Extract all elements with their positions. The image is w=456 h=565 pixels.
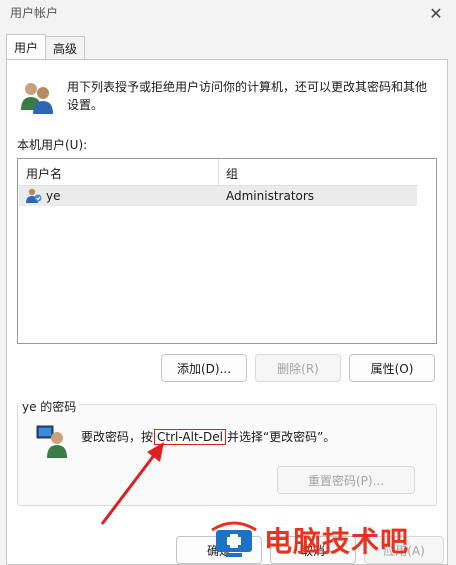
column-username[interactable]: 用户名 <box>26 165 62 182</box>
cancel-button[interactable]: 取消 <box>270 536 356 564</box>
add-button[interactable]: 添加(D)... <box>161 354 247 382</box>
tab-advanced[interactable]: 高级 <box>45 36 86 59</box>
column-group[interactable]: 组 <box>226 165 238 182</box>
properties-button[interactable]: 属性(O) <box>349 354 435 382</box>
title-bar: 用户帐户 ✕ <box>0 0 456 28</box>
local-users-label: 本机用户(U): <box>17 138 88 152</box>
tab-users[interactable]: 用户 <box>6 34 47 59</box>
password-group-title: ye 的密码 <box>19 398 80 415</box>
list-header: 用户名 组 <box>18 159 418 186</box>
reset-password-button[interactable]: 重置密码(P)... <box>277 466 415 494</box>
table-row[interactable]: ye Administrators <box>19 186 417 206</box>
ok-button[interactable]: 确定 <box>176 536 262 564</box>
apply-button[interactable]: 应用(A) <box>364 536 444 564</box>
row-username: ye <box>46 189 61 203</box>
column-separator[interactable] <box>218 159 219 185</box>
delete-button[interactable]: 删除(R) <box>255 354 341 382</box>
users-icon <box>21 83 53 114</box>
tab-strip: 用户 高级 <box>6 34 86 60</box>
row-group: Administrators <box>226 189 315 203</box>
key-combo-highlight: Ctrl-Alt-Del <box>154 429 226 445</box>
password-text-after: 并选择“更改密码”。 <box>226 430 336 444</box>
user-icon <box>26 188 42 203</box>
users-list[interactable]: 用户名 组 ye Administrators <box>17 158 437 344</box>
users-panel: 用下列表授予或拒绝用户访问你的计算机，还可以更改其密码和其他设置。 本机用户(U… <box>6 59 448 565</box>
password-user-icon <box>36 425 67 458</box>
close-button[interactable]: ✕ <box>416 0 456 26</box>
intro-text: 用下列表授予或拒绝用户访问你的计算机，还可以更改其密码和其他设置。 <box>67 80 428 112</box>
window-title: 用户帐户 <box>10 6 59 20</box>
password-text-before: 要改密码，按 <box>81 430 154 444</box>
password-instruction: 要改密码，按 Ctrl-Alt-Del 并选择“更改密码”。 <box>81 428 335 445</box>
